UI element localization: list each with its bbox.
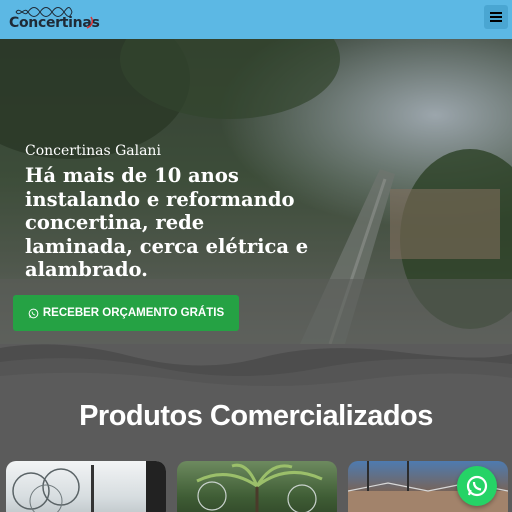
hamburger-menu-icon [490,12,502,14]
menu-button[interactable] [484,5,508,29]
section-wave-divider [0,344,512,398]
site-header: Concertinas [0,0,512,39]
product-card-2[interactable] [177,461,337,512]
site-logo[interactable]: Concertinas [6,4,100,34]
logo-swoosh-icon [86,16,94,29]
whatsapp-icon [28,308,39,318]
hero-section: Concertinas Galani Há mais de 10 anos in… [0,39,512,344]
whatsapp-floating-button[interactable] [457,466,497,506]
whatsapp-icon [466,475,488,497]
hero-subtitle: Concertinas Galani [25,143,161,159]
products-heading: Produtos Comercializados [79,400,433,432]
request-quote-label: RECEBER ORÇAMENTO GRÁTIS [42,307,225,319]
palm-fence-image [196,463,323,512]
hero-title: Há mais de 10 anos instalando e reforman… [25,164,309,281]
razor-wire-image [12,461,166,512]
product-card-1[interactable] [6,461,166,512]
request-quote-button[interactable]: RECEBER ORÇAMENTO GRÁTIS [13,295,239,331]
